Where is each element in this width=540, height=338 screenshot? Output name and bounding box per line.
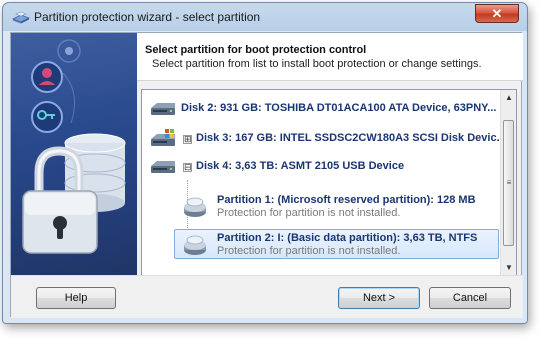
hard-disk-icon — [151, 103, 175, 115]
page-subtitle: Select partition from list to install bo… — [152, 58, 482, 70]
expand-toggle-icon[interactable]: ⊞ — [183, 135, 192, 144]
tree-item-partition-1[interactable]: Partition 1: (Microsoft reserved partiti… — [174, 192, 500, 222]
partition-icon — [184, 197, 206, 217]
close-button[interactable]: ✕ — [475, 4, 519, 23]
title-bar[interactable]: Partition protection wizard - select par… — [3, 3, 527, 31]
wizard-window: Partition protection wizard - select par… — [2, 2, 528, 324]
wizard-header: Select partition for boot protection con… — [137, 33, 523, 81]
disk-label: Disk 3: 167 GB: INTEL SSDSC2CW180A3 SCSI… — [196, 132, 506, 144]
partition-label: Partition 1: (Microsoft reserved partiti… — [217, 194, 476, 206]
disk-label: Disk 4: 3,63 TB: ASMT 2105 USB Device — [196, 160, 405, 172]
grip-icon: ≡ — [506, 178, 512, 187]
tree-item-partition-2[interactable]: Partition 2: I: (Basic data partition): … — [174, 229, 500, 260]
padlock-database-illustration — [22, 39, 126, 254]
partition-tree[interactable]: Disk 2: 931 GB: TOSHIBA DT01ACA100 ATA D… — [141, 89, 517, 277]
next-button[interactable]: Next > — [338, 287, 420, 309]
wizard-app-icon — [12, 11, 30, 24]
scroll-down-icon[interactable]: ▼ — [501, 260, 516, 276]
partition-label: Partition 2: I: (Basic data partition): … — [217, 232, 478, 244]
protection-status: Protection for partition is not installe… — [217, 245, 401, 257]
tree-item-disk-2[interactable]: Disk 2: 931 GB: TOSHIBA DT01ACA100 ATA D… — [142, 98, 500, 120]
disk-label: Disk 2: 931 GB: TOSHIBA DT01ACA100 ATA D… — [181, 102, 497, 114]
window-title: Partition protection wizard - select par… — [34, 10, 261, 24]
vertical-scrollbar[interactable]: ▲ ≡ ▼ — [500, 90, 516, 276]
security-illustration — [11, 33, 137, 275]
usb-disk-icon — [151, 161, 175, 173]
scroll-thumb[interactable]: ≡ — [503, 120, 514, 246]
wizard-client-area: Select partition for boot protection con… — [10, 32, 523, 318]
protection-status: Protection for partition is not installe… — [217, 207, 401, 219]
scroll-up-icon[interactable]: ▲ — [501, 90, 516, 106]
button-bar: Help Next > Cancel — [11, 275, 523, 318]
page-title: Select partition for boot protection con… — [145, 44, 367, 56]
collapse-toggle-icon[interactable]: ⊟ — [183, 163, 192, 172]
windows-disk-icon — [151, 129, 175, 146]
cancel-button[interactable]: Cancel — [429, 287, 511, 309]
tree-item-disk-3[interactable]: ⊞ Disk 3: 167 GB: INTEL SSDSC2CW180A3 SC… — [142, 128, 506, 150]
help-button[interactable]: Help — [36, 287, 116, 309]
partition-icon — [184, 235, 206, 255]
tree-item-disk-4[interactable]: ⊟ Disk 4: 3,63 TB: ASMT 2105 USB Device — [142, 156, 500, 178]
